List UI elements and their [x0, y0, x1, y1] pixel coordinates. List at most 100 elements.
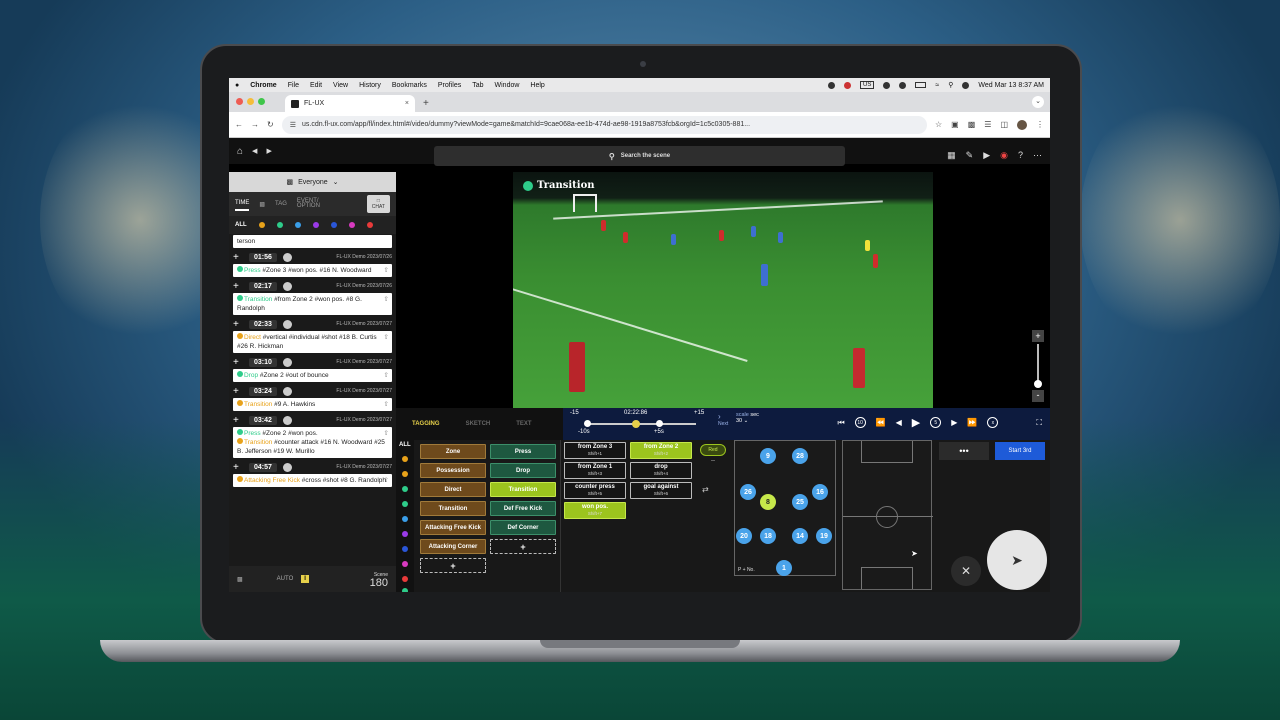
add-tag-button[interactable]: + [420, 558, 486, 573]
home-icon[interactable]: ⌂ [237, 146, 243, 157]
color-pink-dot[interactable] [402, 561, 408, 567]
add-event-icon[interactable]: + [233, 281, 243, 292]
close-icon[interactable]: ✕ [951, 556, 981, 586]
in-handle[interactable] [584, 420, 591, 427]
add-event-icon[interactable]: + [233, 462, 243, 473]
step-forward-icon[interactable]: ▶ [951, 418, 957, 427]
filter-all[interactable]: ALL [235, 222, 247, 228]
minimap-pitch[interactable]: ➤ [842, 440, 933, 590]
color-orange-dot[interactable] [402, 471, 408, 477]
player-number-18[interactable]: 18 [760, 528, 776, 544]
color-red-dot[interactable] [402, 576, 408, 582]
share-icon[interactable]: ⇧ [384, 371, 389, 380]
menu-window[interactable]: Window [495, 82, 520, 89]
menu-edit[interactable]: Edit [310, 82, 322, 89]
close-window-button[interactable] [236, 98, 243, 105]
color-navy-dot[interactable] [402, 546, 408, 552]
forward-5-icon[interactable]: 5 [930, 417, 942, 428]
add-event-icon[interactable]: + [233, 415, 243, 426]
share-icon[interactable]: ⇧ [384, 266, 389, 275]
filter-navy-dot[interactable] [330, 222, 337, 228]
out-handle[interactable] [656, 420, 663, 427]
auto-mode-label[interactable]: AUTO [277, 576, 294, 582]
audience-selector[interactable]: ▩ Everyone ⌄ [229, 172, 396, 192]
menu-profiles[interactable]: Profiles [438, 82, 461, 89]
tag-def-free-kick[interactable]: Def Free Kick [490, 501, 556, 516]
filter-pink-dot[interactable] [348, 222, 355, 228]
close-tab-icon[interactable]: × [405, 100, 409, 107]
scrub-track[interactable] [586, 423, 696, 425]
menu-help[interactable]: Help [530, 82, 544, 89]
playhead[interactable] [632, 420, 640, 428]
play-status-icon[interactable] [883, 81, 891, 89]
filter-purple-dot[interactable] [312, 222, 319, 228]
video-library-icon[interactable]: ▶ [983, 150, 990, 161]
color-green-dot[interactable] [402, 501, 408, 507]
rewind-10-icon[interactable]: 10 [854, 417, 866, 428]
player-number-8[interactable]: 8 [760, 494, 776, 510]
tag-def-corner[interactable]: Def Corner [490, 520, 556, 535]
event-header[interactable]: +03:10 FL-UX Demo 2023/07/27 [229, 355, 396, 369]
skip-start-icon[interactable]: ⏮ [837, 418, 844, 428]
tag-possession[interactable]: Possession [420, 463, 486, 478]
event-card[interactable]: Attacking Free Kick #cross #shot #8 G. R… [233, 474, 392, 487]
share-icon[interactable]: ⇧ [384, 333, 389, 342]
search-icon[interactable]: ⚲ [948, 81, 953, 89]
menu-tab[interactable]: Tab [472, 82, 483, 89]
extensions-puzzle-icon[interactable]: ▩ [968, 120, 976, 129]
event-time[interactable]: 03:24 [249, 386, 277, 396]
nav-back-icon[interactable]: ◀ [252, 147, 257, 155]
team-other-toggle[interactable]: -- [700, 458, 726, 468]
minimize-window-button[interactable] [247, 98, 254, 105]
image-icon[interactable]: ▩ [237, 576, 243, 583]
event-header[interactable]: +03:24 FL-UX Demo 2023/07/27 [229, 384, 396, 398]
player-number-28[interactable]: 28 [792, 448, 808, 464]
tag-attacking-corner[interactable]: Attacking Corner [420, 539, 486, 554]
status-icon[interactable] [828, 81, 836, 89]
zoom-in-button[interactable]: + [1032, 330, 1044, 342]
record-icon[interactable] [844, 81, 852, 89]
event-header[interactable]: +04:57 FL-UX Demo 2023/07/27 [229, 460, 396, 474]
tag-drop[interactable]: Drop [490, 463, 556, 478]
option-won-pos[interactable]: won pos. Shift+7 [564, 502, 626, 519]
tab-text[interactable]: TEXT [516, 421, 531, 427]
input-source-badge[interactable]: US [860, 81, 875, 89]
share-icon[interactable]: ⇧ [384, 476, 389, 485]
color-orange-dot[interactable] [402, 456, 408, 462]
browser-tab[interactable]: FL-UX × [285, 95, 415, 112]
play-event-icon[interactable] [282, 386, 292, 396]
reading-list-icon[interactable]: ☰ [984, 120, 991, 129]
tab-event-option[interactable]: EVENT/ OPTION [297, 198, 323, 209]
battery-icon[interactable] [915, 82, 927, 88]
tab-time[interactable]: TIME [235, 197, 250, 211]
share-icon[interactable]: ⇧ [384, 400, 389, 409]
edit-image-icon[interactable]: ✎ [966, 150, 974, 161]
filter-red-dot[interactable] [366, 222, 373, 228]
player-number-20[interactable]: 20 [736, 528, 752, 544]
event-header[interactable]: +02:33 FL-UX Demo 2023/07/27 [229, 317, 396, 331]
event-header[interactable]: +02:17 FL-UX Demo 2023/07/26 [229, 279, 396, 293]
player-number-25[interactable]: 25 [792, 494, 808, 510]
tab-tag[interactable]: TAG [275, 201, 287, 207]
event-time[interactable]: 03:42 [249, 415, 277, 425]
filter-orange-dot[interactable] [258, 222, 265, 228]
menu-bookmarks[interactable]: Bookmarks [392, 82, 427, 89]
player-number-14[interactable]: 14 [792, 528, 808, 544]
menu-app-name[interactable]: Chrome [250, 82, 276, 89]
share-icon[interactable]: ⇧ [384, 429, 389, 438]
fullscreen-icon[interactable]: ⛶ [1036, 418, 1042, 428]
event-time[interactable]: 02:17 [249, 281, 277, 291]
option-counter-press[interactable]: counter press Shift+5 [564, 482, 626, 499]
speed-icon[interactable]: x [987, 417, 999, 428]
play-event-icon[interactable] [282, 415, 292, 425]
zoom-handle[interactable] [1034, 380, 1042, 388]
start-3rd-button[interactable]: Start 3rd [995, 442, 1045, 460]
sidepanel-icon[interactable]: ◫ [1000, 120, 1008, 129]
player-number-1[interactable]: 1 [776, 560, 792, 576]
back-icon[interactable]: ← [235, 120, 243, 129]
forward-icon[interactable]: → [251, 120, 259, 129]
rewind-icon[interactable]: ⏪ [876, 418, 886, 427]
event-card[interactable]: Press #Zone 2 #won pos. Transition #count… [233, 427, 392, 458]
filter-green-dot[interactable] [276, 222, 283, 228]
tag-attacking-free-kick[interactable]: Attacking Free Kick [420, 520, 486, 535]
